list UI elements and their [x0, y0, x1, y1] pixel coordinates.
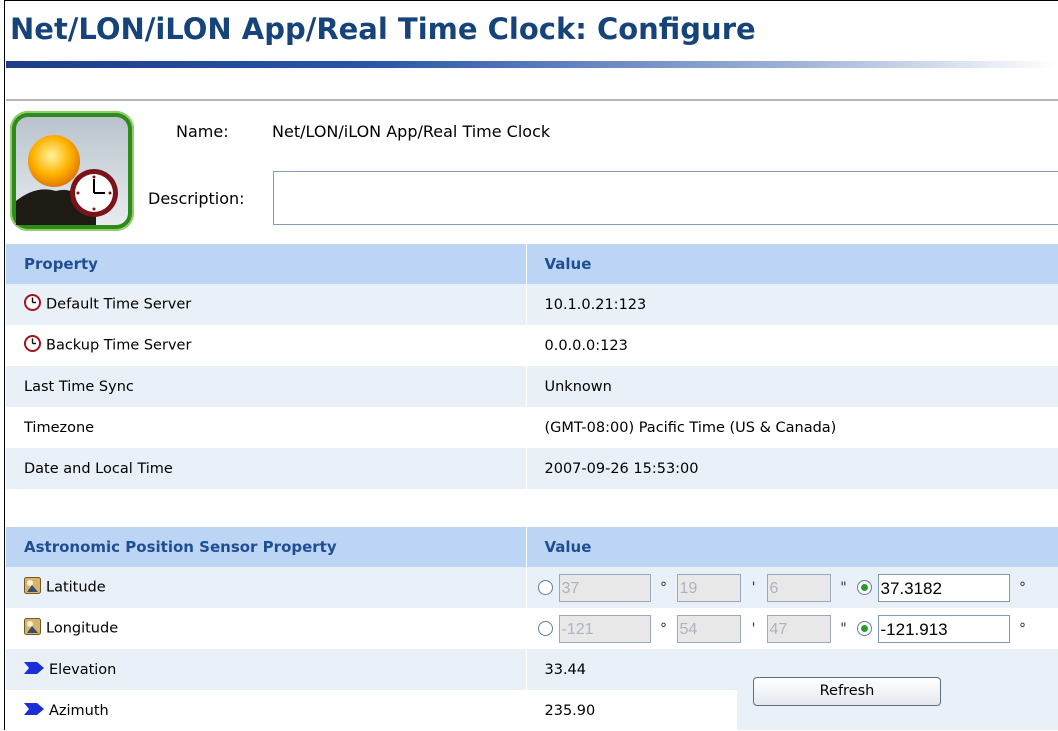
degree-unit: ° [660, 579, 667, 596]
property-value: 0.0.0.0:123 [525, 325, 1058, 366]
minute-unit: ' [751, 620, 756, 637]
property-value: 2007-09-26 15:53:00 [525, 448, 1058, 489]
latitude-seconds-input[interactable]: 6 [766, 573, 831, 602]
degree-unit: ° [1019, 579, 1026, 596]
azimuth-label: Azimuth [49, 702, 109, 719]
longitude-decimal-input[interactable]: -121.913 [877, 614, 1010, 643]
name-label: Name: [176, 122, 229, 141]
table-row[interactable]: Timezone (GMT-08:00) Pacific Time (US & … [6, 407, 1058, 448]
minute-unit: ' [751, 579, 756, 596]
property-column-header: Property [6, 244, 526, 284]
property-label: Date and Local Time [6, 448, 526, 489]
astronomic-property-column-header: Astronomic Position Sensor Property [6, 527, 526, 567]
clock-icon [24, 335, 41, 356]
degree-unit: ° [660, 620, 667, 637]
property-label: Default Time Server [46, 296, 192, 313]
latitude-minutes-input[interactable]: 19 [676, 573, 741, 602]
property-value: (GMT-08:00) Pacific Time (US & Canada) [525, 407, 1058, 448]
longitude-degrees-input[interactable]: -121 [558, 614, 651, 643]
latitude-decimal-radio[interactable] [856, 580, 872, 595]
longitude-dms-radio[interactable] [537, 621, 553, 636]
degree-unit: ° [1019, 620, 1026, 637]
table-row[interactable]: Backup Time Server 0.0.0.0:123 [6, 325, 1058, 366]
latitude-row: Latitude 37 ° 19 ' 6 " 37.3182 ° [6, 567, 1058, 608]
table-row[interactable]: Last Time Sync Unknown [6, 366, 1058, 407]
refresh-button[interactable]: Refresh [753, 677, 941, 706]
property-value: 10.1.0.21:123 [525, 284, 1058, 325]
second-unit: " [840, 579, 847, 596]
longitude-row: Longitude -121 ° 54 ' 47 " -121.913 ° [6, 608, 1058, 649]
astronomic-value-column-header: Value [525, 527, 1058, 567]
property-label: Last Time Sync [6, 366, 526, 407]
longitude-decimal-radio[interactable] [856, 621, 872, 636]
latitude-label: Latitude [46, 579, 106, 596]
property-label: Backup Time Server [46, 337, 192, 354]
page-title: Net/LON/iLON App/Real Time Clock: Config… [10, 12, 756, 46]
second-unit: " [840, 620, 847, 637]
real-time-clock-app-icon [10, 111, 134, 231]
description-label: Description: [148, 189, 245, 208]
description-input[interactable] [273, 171, 1058, 225]
longitude-seconds-input[interactable]: 47 [766, 614, 831, 643]
table-row[interactable]: Date and Local Time 2007-09-26 15:53:00 [6, 448, 1058, 489]
longitude-minutes-input[interactable]: 54 [676, 614, 741, 643]
name-value: Net/LON/iLON App/Real Time Clock [272, 122, 551, 141]
location-icon [24, 618, 41, 639]
property-label: Timezone [6, 407, 526, 448]
elevation-label: Elevation [49, 661, 117, 678]
latitude-degrees-input[interactable]: 37 [558, 573, 651, 602]
location-icon [24, 577, 41, 598]
clock-icon [24, 294, 41, 315]
properties-table: Property Value Default Time Server 10.1.… [6, 244, 1058, 489]
value-column-header: Value [525, 244, 1058, 284]
title-underline [6, 61, 1058, 68]
divider [6, 99, 1058, 101]
property-value: Unknown [525, 366, 1058, 407]
longitude-label: Longitude [46, 620, 119, 637]
latitude-decimal-input[interactable]: 37.3182 [877, 573, 1010, 602]
latitude-dms-radio[interactable] [537, 580, 553, 595]
arrow-right-icon [24, 702, 44, 719]
arrow-right-icon [24, 661, 44, 678]
table-row[interactable]: Default Time Server 10.1.0.21:123 [6, 284, 1058, 325]
